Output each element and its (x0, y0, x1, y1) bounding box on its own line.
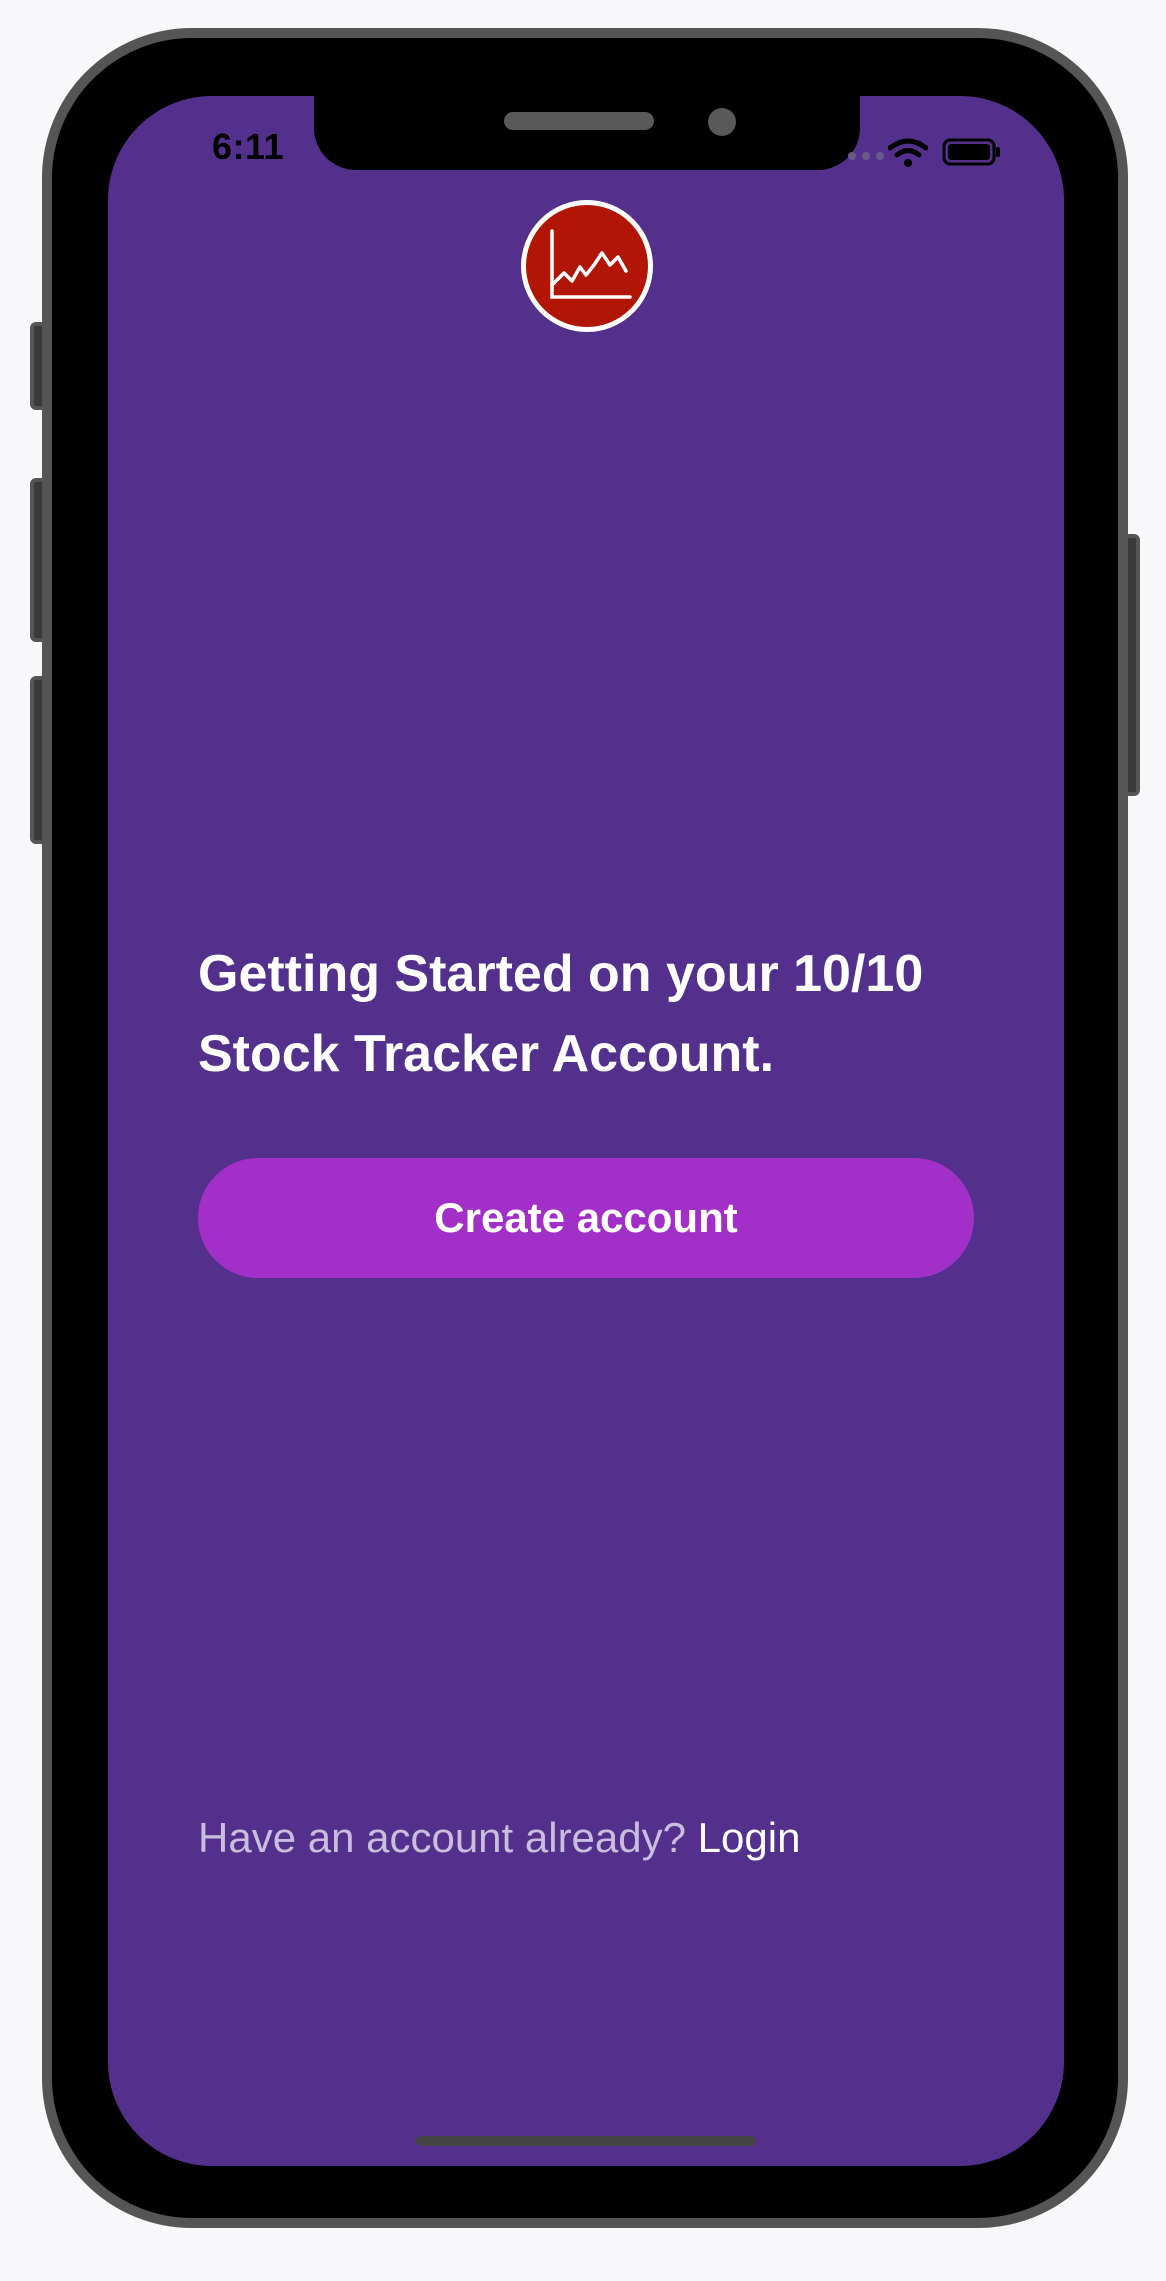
phone-button-left-1 (30, 322, 46, 410)
phone-button-left-3 (30, 676, 46, 844)
stock-chart-icon (550, 229, 632, 299)
cellular-signal-icon (848, 152, 884, 160)
app-screen: 6:11 Getting Started on your 10/10 Stock… (108, 96, 1064, 2166)
phone-button-left-2 (30, 478, 46, 642)
status-time: 6:11 (212, 126, 285, 167)
create-account-button[interactable]: Create account (198, 1158, 974, 1278)
app-logo (521, 200, 653, 332)
login-prompt: Have an account already? Login (198, 1814, 800, 1862)
home-indicator[interactable] (416, 2136, 756, 2146)
login-prompt-text: Have an account already? (198, 1814, 698, 1861)
login-link[interactable]: Login (698, 1814, 801, 1861)
notch (314, 96, 860, 170)
wifi-icon (888, 138, 928, 167)
page-title: Getting Started on your 10/10 Stock Trac… (198, 945, 924, 1083)
battery-icon (942, 138, 1000, 166)
front-camera (708, 108, 736, 136)
speaker (504, 112, 654, 130)
phone-button-right (1124, 534, 1140, 796)
